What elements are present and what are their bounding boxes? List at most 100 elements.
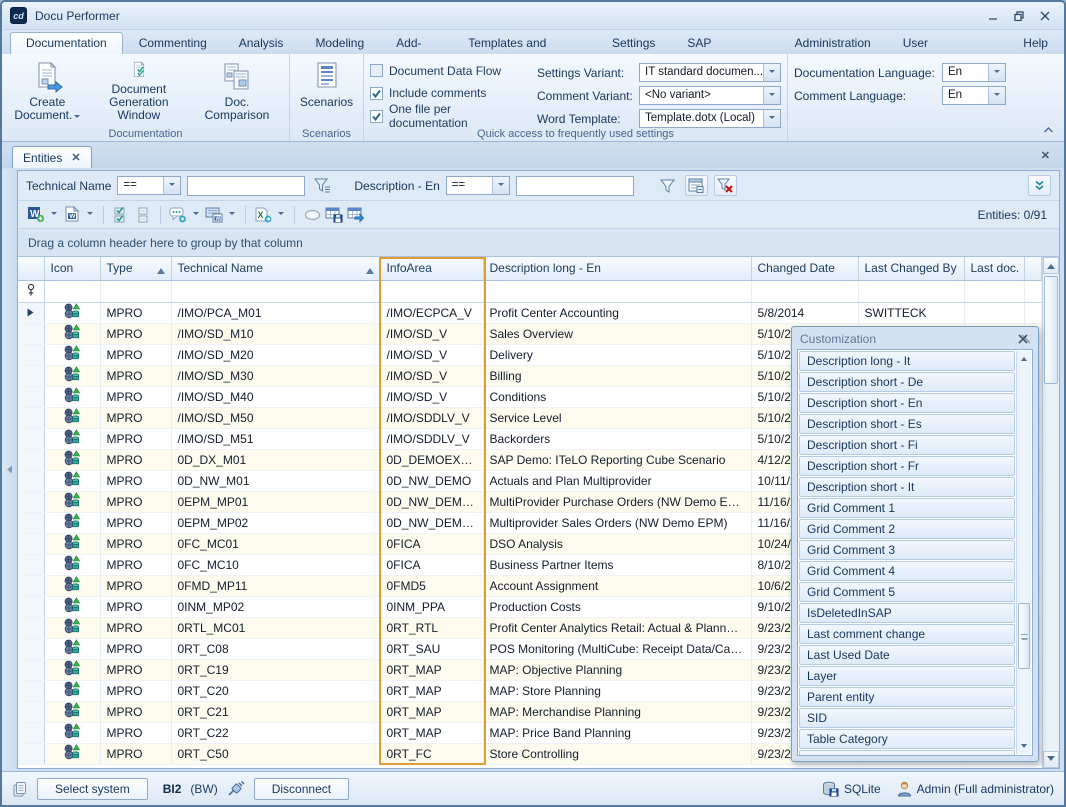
customization-field-item[interactable]: Parent entity xyxy=(799,687,1015,707)
customization-field-item[interactable]: Description short - Fr xyxy=(799,456,1015,476)
scroll-up-icon[interactable] xyxy=(1017,351,1031,366)
scroll-up-icon[interactable] xyxy=(1043,257,1059,274)
description-operator-select[interactable]: == xyxy=(446,176,510,195)
chevron-down-icon[interactable] xyxy=(988,64,1005,81)
word-document-button[interactable]: W xyxy=(62,205,82,225)
doc-comparison-button[interactable]: Doc. Comparison xyxy=(191,59,283,124)
clear-filter-button[interactable] xyxy=(714,175,737,196)
scroll-down-icon[interactable] xyxy=(1043,751,1059,768)
checkbox-one-file-per-documentation[interactable]: One file per documentation xyxy=(370,108,523,124)
menu-tab-analysis[interactable]: Analysis xyxy=(223,32,300,54)
menu-tab-commenting[interactable]: Commenting xyxy=(123,32,223,54)
apply-filter-button[interactable] xyxy=(656,175,679,196)
customization-field-item[interactable]: Ver. xyxy=(799,750,1015,756)
customization-field-item[interactable]: Grid Comment 1 xyxy=(799,498,1015,518)
add-comment-button[interactable] xyxy=(168,205,188,225)
scrollbar-thumb[interactable] xyxy=(1018,603,1030,669)
document-generation-window-button[interactable]: DocumentGeneration Window xyxy=(89,59,189,124)
checkbox-document-data-flow[interactable]: Document Data Flow xyxy=(370,63,523,79)
customization-field-item[interactable]: Description short - De xyxy=(799,372,1015,392)
customization-field-item[interactable]: Table Category xyxy=(799,729,1015,749)
technical-name-filter-input[interactable] xyxy=(187,176,305,196)
column-header-last-doc[interactable]: Last doc. xyxy=(964,257,1024,280)
menu-tab-settings[interactable]: Settings xyxy=(596,32,671,54)
new-word-document-button[interactable]: W xyxy=(26,205,46,225)
customization-field-item[interactable]: Last comment change xyxy=(799,624,1015,644)
word-document-dropdown[interactable] xyxy=(84,205,96,225)
chevron-down-icon[interactable] xyxy=(988,87,1005,104)
column-header-type[interactable]: Type xyxy=(100,257,171,280)
restore-button[interactable] xyxy=(1008,7,1030,24)
column-header-technical-name[interactable]: Technical Name xyxy=(171,257,380,280)
scenarios-button[interactable]: Scenarios xyxy=(294,59,359,124)
create-document-button[interactable]: Create Document. xyxy=(8,59,87,124)
technical-name-operator-select[interactable]: == xyxy=(117,176,181,195)
database-status[interactable]: SQLite xyxy=(822,781,881,797)
customization-field-item[interactable]: Description long - It xyxy=(799,351,1015,371)
table-row[interactable]: MPRO /IMO/PCA_M01 /IMO/ECPCA_V Profit Ce… xyxy=(18,302,1042,323)
column-header-description[interactable]: Description long - En xyxy=(483,257,751,280)
checkbox-include-comments[interactable]: Include comments xyxy=(370,86,523,102)
menu-tab-user-management[interactable]: User Management xyxy=(887,32,1008,54)
tab-entities[interactable]: Entities ✕ xyxy=(12,146,92,168)
menu-tab-sap-integration[interactable]: SAP Integration xyxy=(671,32,778,54)
comment-word-dropdown[interactable] xyxy=(226,205,238,225)
chevron-down-icon[interactable] xyxy=(492,177,509,194)
comment-word-button[interactable]: W xyxy=(204,205,224,225)
load-layout-button[interactable] xyxy=(346,205,366,225)
collapse-ribbon-button[interactable] xyxy=(1040,123,1056,137)
ellipse-button[interactable] xyxy=(302,205,322,225)
comment-variant-select[interactable]: <No variant> xyxy=(639,86,781,105)
customization-scrollbar[interactable] xyxy=(1016,351,1031,754)
column-header-last-changed-by[interactable]: Last Changed By xyxy=(858,257,964,280)
grid-vertical-scrollbar[interactable] xyxy=(1042,257,1059,768)
filter-editor-button[interactable] xyxy=(685,175,708,196)
chevron-down-icon[interactable] xyxy=(163,177,180,194)
user-status[interactable]: Admin (Full administrator) xyxy=(897,781,1054,797)
scrollbar-thumb[interactable] xyxy=(1044,276,1058,384)
auto-filter-row[interactable] xyxy=(18,280,1042,302)
excel-export-dropdown[interactable] xyxy=(275,205,287,225)
checkboxes-button[interactable] xyxy=(111,205,131,225)
description-filter-input[interactable] xyxy=(516,176,634,196)
chevron-down-icon[interactable] xyxy=(763,110,780,127)
column-header-icon[interactable]: Icon xyxy=(44,257,100,280)
disconnect-button[interactable]: Disconnect xyxy=(254,778,349,800)
chevron-down-icon[interactable] xyxy=(763,64,780,81)
close-tab-icon[interactable]: ✕ xyxy=(71,151,80,164)
menu-tab-templates-and-variants[interactable]: Templates and Variants xyxy=(452,32,596,54)
customization-field-item[interactable]: IsDeletedInSAP xyxy=(799,603,1015,623)
customization-field-item[interactable]: Grid Comment 5 xyxy=(799,582,1015,602)
close-tabstrip-icon[interactable]: ✕ xyxy=(1041,149,1050,162)
close-customization-icon[interactable] xyxy=(1018,334,1030,344)
customization-field-item[interactable]: SID xyxy=(799,708,1015,728)
minimize-button[interactable] xyxy=(982,7,1004,24)
add-comment-dropdown[interactable] xyxy=(190,205,202,225)
list-boxes-button[interactable] xyxy=(133,205,153,225)
scroll-down-icon[interactable] xyxy=(1017,739,1031,754)
menu-tab-administration[interactable]: Administration xyxy=(779,32,887,54)
customization-field-item[interactable]: Grid Comment 4 xyxy=(799,561,1015,581)
system-list-icon[interactable] xyxy=(12,781,28,797)
customization-field-item[interactable]: Layer xyxy=(799,666,1015,686)
customization-field-item[interactable]: Last Used Date xyxy=(799,645,1015,665)
word-template-select[interactable]: Template.dotx (Local) xyxy=(639,109,781,128)
column-header-infoarea[interactable]: InfoArea xyxy=(380,257,483,280)
group-by-panel[interactable]: Drag a column header here to group by th… xyxy=(18,229,1059,257)
customization-field-item[interactable]: Description short - Es xyxy=(799,414,1015,434)
new-word-document-dropdown[interactable] xyxy=(48,205,60,225)
close-button[interactable] xyxy=(1034,7,1056,24)
column-header-changed-date[interactable]: Changed Date xyxy=(751,257,858,280)
customization-field-item[interactable]: Grid Comment 3 xyxy=(799,540,1015,560)
comment-language-select[interactable]: En xyxy=(942,86,1006,105)
customization-field-item[interactable]: Description short - En xyxy=(799,393,1015,413)
dock-autohide-strip[interactable] xyxy=(2,170,17,769)
menu-tab-documentation[interactable]: Documentation xyxy=(10,32,123,54)
save-layout-button[interactable] xyxy=(324,205,344,225)
chevron-down-icon[interactable] xyxy=(763,87,780,104)
settings-variant-select[interactable]: IT standard documen... xyxy=(639,63,781,82)
customization-field-item[interactable]: Description short - It xyxy=(799,477,1015,497)
menu-tab-add-ons[interactable]: Add-ons xyxy=(380,32,452,54)
excel-export-button[interactable]: X xyxy=(253,205,273,225)
select-system-button[interactable]: Select system xyxy=(37,778,148,800)
